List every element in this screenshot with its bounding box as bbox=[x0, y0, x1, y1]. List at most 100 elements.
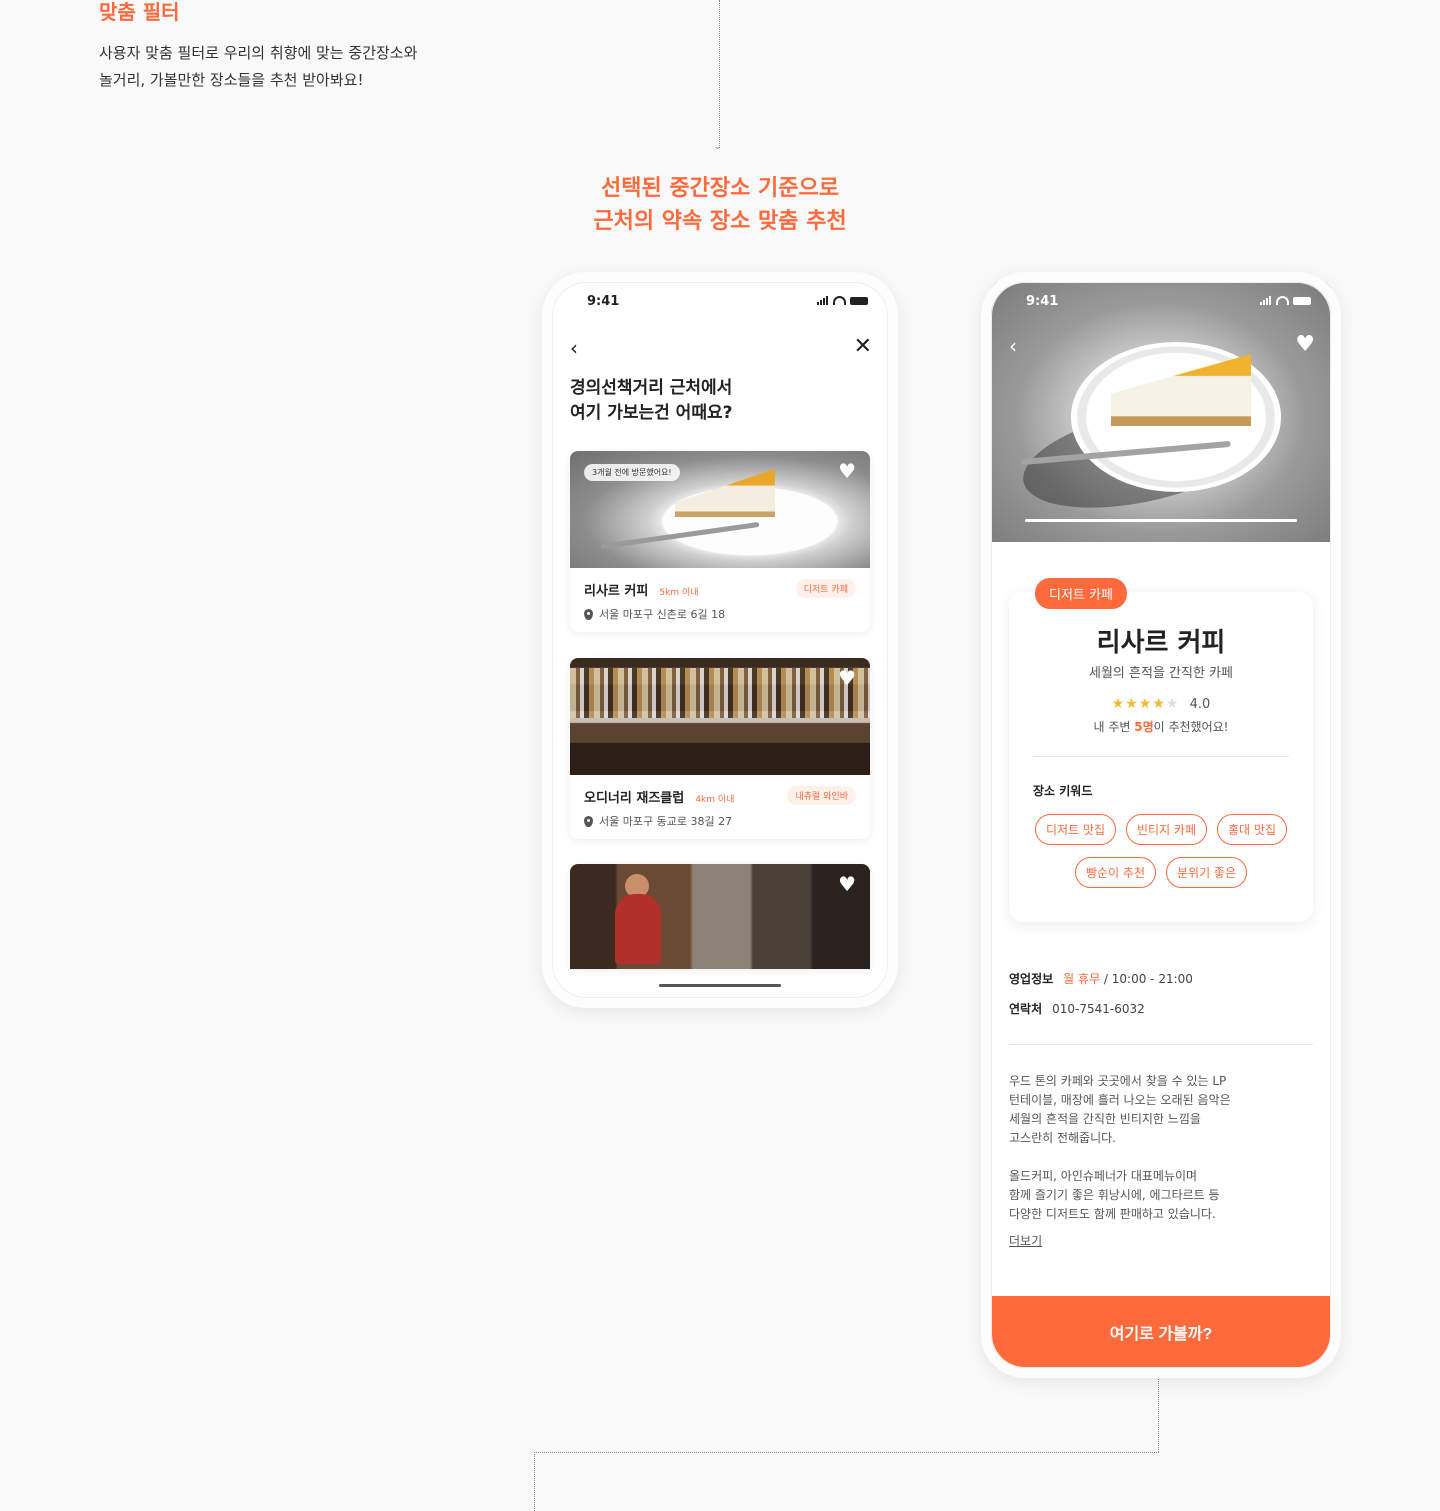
battery-icon bbox=[850, 297, 868, 305]
heart-icon[interactable]: ♥ bbox=[838, 461, 856, 481]
star-rating-icon: ★★★★★ bbox=[1112, 696, 1180, 712]
place-category-tag: 디저트 카페 bbox=[795, 579, 856, 598]
place-distance: 5km 이내 bbox=[659, 588, 699, 598]
recommendation-list-phone: 9:41 ‹ ✕ 경의선책거리 근처에서 여기 가보는건 어때요? 3개월 전에… bbox=[542, 272, 898, 1008]
heart-icon[interactable]: ♥ bbox=[838, 874, 856, 894]
place-photo: ♥ bbox=[570, 864, 870, 969]
photo-progress-fill bbox=[1025, 519, 1297, 522]
place-description: 우드 톤의 카페와 곳곳에서 찾을 수 있는 LP 턴테이블, 매장에 흘러 나오… bbox=[1009, 1072, 1249, 1224]
back-icon[interactable]: ‹ bbox=[570, 336, 578, 360]
place-category-tag: 내츄럴 와인바 bbox=[787, 786, 856, 805]
close-icon[interactable]: ✕ bbox=[854, 334, 872, 359]
contact-label: 연락처 bbox=[1009, 1002, 1043, 1016]
contact: 연락처 010-7541-6032 bbox=[1009, 1000, 1145, 1017]
heart-icon[interactable]: ♥ bbox=[1295, 332, 1315, 357]
go-here-button[interactable]: 여기로 가볼까? bbox=[991, 1296, 1331, 1368]
place-info: 리사르 커피 5km 이내 디저트 카페 서울 마포구 신촌로 6길 18 bbox=[570, 568, 870, 632]
hours-time: / 10:00 - 21:00 bbox=[1100, 972, 1193, 986]
description-line: 다양한 디저트도 함께 판매하고 있습니다. bbox=[1009, 1207, 1216, 1221]
place-name: 리사르 커피 bbox=[1096, 628, 1226, 658]
place-address-text: 서울 마포구 동교로 38길 27 bbox=[599, 815, 733, 828]
keyword-chip[interactable]: 홍대 맛집 bbox=[1217, 814, 1287, 845]
rating: ★★★★★ 4.0 bbox=[1009, 696, 1313, 712]
place-info-card: 디저트 카페 리사르 커피 세월의 흔적을 간직한 카페 ★★★★★ 4.0 내… bbox=[1009, 578, 1313, 922]
more-link[interactable]: 더보기 bbox=[1009, 1232, 1042, 1249]
place-distance: 4km 이내 bbox=[695, 795, 735, 805]
place-card[interactable]: 3개월 전에 방문했어요! ♥ 리사르 커피 5km 이내 디저트 카페 서울 … bbox=[570, 451, 870, 632]
section-heading-line: 선택된 중간장소 기준으로 bbox=[601, 176, 839, 201]
category-badge: 디저트 카페 bbox=[1035, 578, 1127, 609]
place-photo: 3개월 전에 방문했어요! ♥ bbox=[570, 451, 870, 568]
intro-title: 맞춤 필터 bbox=[99, 0, 180, 24]
star-filled-icon: ★ bbox=[1138, 696, 1153, 712]
connector-line bbox=[534, 1452, 535, 1511]
place-name: 오디너리 재즈클럽 bbox=[584, 791, 685, 806]
description-line: 세월의 흔적을 간직한 빈티지한 느낌을 bbox=[1009, 1112, 1201, 1126]
keyword-chip[interactable]: 디저트 맛집 bbox=[1034, 814, 1116, 845]
status-time: 9:41 bbox=[1026, 294, 1059, 309]
recommend-text: 내 주변 5명이 추천했어요! bbox=[1009, 718, 1313, 735]
place-address: 서울 마포구 신촌로 6길 18 bbox=[584, 606, 856, 622]
place-photo: ♥ bbox=[570, 658, 870, 775]
recommend-count: 5명 bbox=[1134, 720, 1154, 734]
place-card[interactable]: ♥ 오디너리 재즈클럽 4km 이내 내츄럴 와인바 서울 마포구 동교로 38… bbox=[570, 658, 870, 839]
visit-badge: 3개월 전에 방문했어요! bbox=[584, 464, 680, 481]
star-filled-icon: ★ bbox=[1111, 696, 1126, 712]
place-info: 오디너리 재즈클럽 4km 이내 내츄럴 와인바 서울 마포구 동교로 38길 … bbox=[570, 775, 870, 839]
battery-icon bbox=[1293, 297, 1311, 305]
section-heading: 선택된 중간장소 기준으로 근처의 약속 장소 맞춤 추천 bbox=[540, 172, 900, 238]
location-pin-icon bbox=[584, 608, 593, 620]
place-address: 서울 마포구 동교로 38길 27 bbox=[584, 813, 856, 829]
connector-line bbox=[719, 0, 720, 148]
keywords-title: 장소 키워드 bbox=[1033, 784, 1093, 798]
section-heading-line: 근처의 약속 장소 맞춤 추천 bbox=[593, 209, 847, 234]
hours-label: 영업정보 bbox=[1009, 972, 1054, 986]
star-empty-icon: ★ bbox=[1165, 696, 1180, 712]
description-line: 올드커피, 아인슈페너가 대표메뉴이며 bbox=[1009, 1169, 1198, 1183]
hours-closed: 월 휴무 bbox=[1063, 972, 1101, 986]
signal-icon bbox=[1260, 296, 1272, 305]
place-name: 리사르 커피 bbox=[584, 584, 649, 599]
description-line: 턴테이블, 매장에 흘러 나오는 오래된 음악은 bbox=[1009, 1093, 1231, 1107]
fork-image bbox=[600, 521, 760, 550]
heart-icon[interactable]: ♥ bbox=[838, 668, 856, 688]
place-address-text: 서울 마포구 신촌로 6길 18 bbox=[599, 608, 726, 621]
page-title: 경의선책거리 근처에서 여기 가보는건 어때요? bbox=[570, 376, 850, 426]
recommend-suffix: 이 추천했어요! bbox=[1153, 720, 1229, 734]
intro-desc-line: 사용자 맞춤 필터로 우리의 취향에 맞는 중간장소와 bbox=[99, 44, 418, 62]
keyword-chip[interactable]: 빵순이 추천 bbox=[1074, 857, 1156, 888]
star-filled-icon: ★ bbox=[1125, 696, 1139, 712]
home-indicator bbox=[659, 984, 781, 987]
description-line: 고스란히 전해줍니다. bbox=[1009, 1131, 1116, 1145]
recommend-prefix: 내 주변 bbox=[1093, 720, 1135, 734]
status-icons bbox=[1260, 296, 1311, 305]
place-card[interactable]: ♥ bbox=[570, 864, 870, 969]
status-bar: 9:41 bbox=[981, 272, 1341, 322]
wifi-icon bbox=[833, 296, 846, 305]
keyword-row: 디저트 맛집 빈티지 카페 홍대 맛집 bbox=[1009, 814, 1313, 845]
place-detail-phone: 9:41 ‹ ♥ 디저트 카페 리사르 커피 세월의 흔적을 간직한 카페 ★★… bbox=[981, 272, 1341, 1378]
intro-desc-line: 놀거리, 가볼만한 장소들을 추천 받아봐요! bbox=[99, 71, 364, 89]
bar-shelf-image bbox=[570, 668, 870, 718]
description-line: 우드 톤의 카페와 곳곳에서 찾을 수 있는 LP bbox=[1009, 1074, 1227, 1088]
page-title-line: 경의선책거리 근처에서 bbox=[570, 378, 733, 398]
status-time: 9:41 bbox=[587, 294, 620, 309]
page-title-line: 여기 가보는건 어때요? bbox=[570, 403, 733, 423]
back-icon[interactable]: ‹ bbox=[1009, 334, 1017, 358]
divider bbox=[1033, 756, 1289, 757]
description-line: 함께 즐기기 좋은 휘낭시에, 에그타르트 등 bbox=[1009, 1188, 1220, 1202]
wifi-icon bbox=[1276, 296, 1289, 305]
chef-image bbox=[615, 894, 661, 964]
keyword-chip[interactable]: 빈티지 카페 bbox=[1126, 814, 1208, 845]
description-line bbox=[1009, 1148, 1249, 1167]
contact-value[interactable]: 010-7541-6032 bbox=[1052, 1002, 1145, 1016]
keyword-chip[interactable]: 분위기 좋은 bbox=[1166, 857, 1248, 888]
photo-progress-bar bbox=[1025, 519, 1297, 522]
connector-arrow: ⌄ bbox=[714, 142, 722, 152]
cake-image bbox=[675, 469, 775, 517]
signal-icon bbox=[817, 296, 829, 305]
business-hours: 영업정보 월 휴무 / 10:00 - 21:00 bbox=[1009, 970, 1193, 987]
status-bar: 9:41 bbox=[542, 272, 898, 322]
rating-value: 4.0 bbox=[1189, 697, 1211, 712]
star-filled-icon: ★ bbox=[1152, 696, 1166, 712]
